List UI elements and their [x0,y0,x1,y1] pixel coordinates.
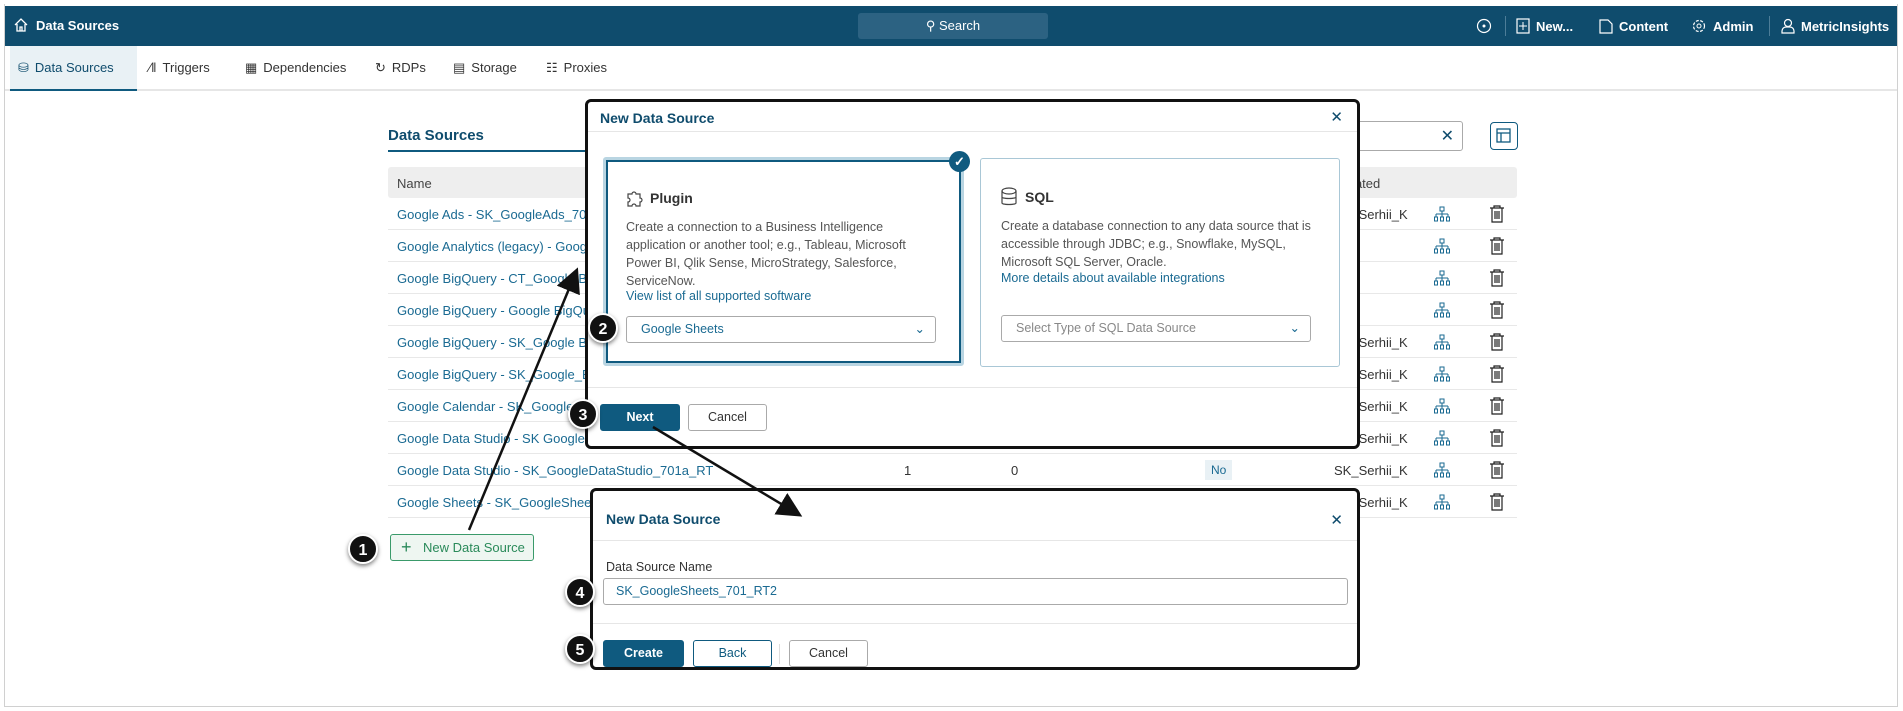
step-marker-5: 5 [565,634,595,664]
step-marker-1: 1 [348,534,378,564]
arrow-step1 [467,267,580,531]
arrow-step3 [652,425,803,517]
step-marker-2: 2 [588,313,618,343]
step-marker-3: 3 [568,399,598,429]
step-marker-4: 4 [565,577,595,607]
annotation-arrows [467,267,803,531]
